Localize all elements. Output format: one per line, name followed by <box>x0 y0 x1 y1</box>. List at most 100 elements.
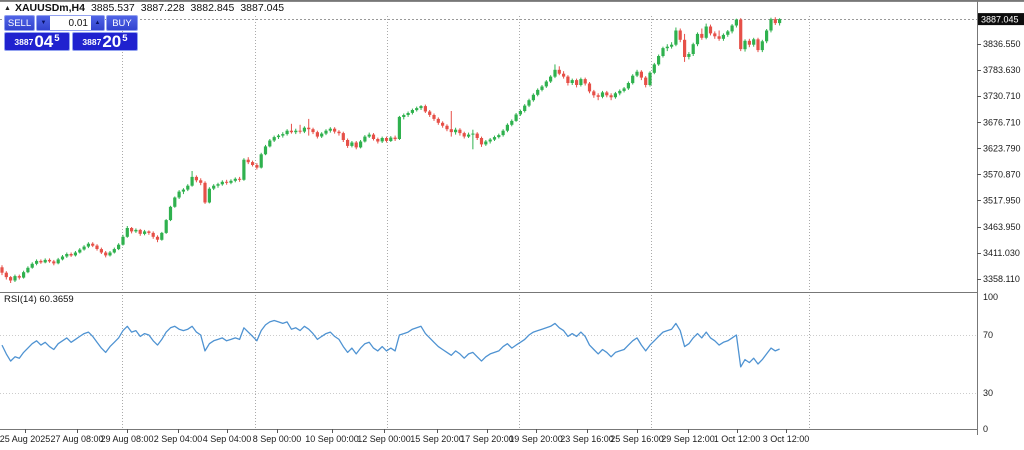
chart-title: ▲ XAUUSDm,H4 3885.537 3887.228 3882.845 … <box>4 2 284 14</box>
candle-body <box>471 133 475 135</box>
candle-body <box>259 154 263 168</box>
time-axis-label: 3 Oct 12:00 <box>763 434 810 444</box>
candle-body <box>104 252 108 256</box>
candle-body <box>108 252 112 256</box>
candle-body <box>704 26 708 38</box>
candle-body <box>479 138 484 145</box>
candle-body <box>773 19 777 24</box>
candle-body <box>341 133 345 140</box>
buy-price-box[interactable]: 3887 20 5 <box>72 32 138 51</box>
price-axis-label: 3517.950 <box>983 196 1021 206</box>
time-axis-label: 2 Sep 04:00 <box>154 434 203 444</box>
candle-body <box>739 19 743 50</box>
candle-body <box>575 80 579 85</box>
candle-body <box>346 140 350 146</box>
candle-body <box>683 39 687 57</box>
sell-price-big: 04 <box>34 32 54 51</box>
candle-body <box>635 71 639 76</box>
candle-body <box>272 137 276 141</box>
candle-body <box>246 159 250 163</box>
candle-body <box>315 132 319 137</box>
candle-body <box>311 129 315 133</box>
candle-body <box>117 244 121 250</box>
ohlc-open: 3885.537 <box>90 2 135 14</box>
volume-increase-button[interactable]: ▲ <box>91 16 104 30</box>
candle-body <box>657 56 661 65</box>
candle-body <box>337 131 341 134</box>
candle-body <box>82 246 86 250</box>
candle-body <box>726 31 730 35</box>
candle-body <box>371 134 376 139</box>
volume-decrease-button[interactable]: ▼ <box>37 16 50 30</box>
candle-body <box>769 19 773 31</box>
candle-body <box>475 133 479 138</box>
candle-body <box>160 232 164 240</box>
candle-body <box>47 259 52 262</box>
time-axis-label: 15 Sep 20:00 <box>410 434 464 444</box>
candle-body <box>233 178 237 181</box>
candle-body <box>393 137 397 140</box>
candle-body <box>454 129 458 133</box>
candle-body <box>376 139 380 142</box>
candle-body <box>177 191 181 198</box>
price-axis-label: 3783.630 <box>983 65 1021 75</box>
candle-body <box>0 267 4 273</box>
time-axis-label: 12 Sep 00:00 <box>357 434 411 444</box>
candle-body <box>501 130 505 136</box>
candle-body <box>618 90 622 94</box>
candle-body <box>225 181 229 183</box>
candle-body <box>505 124 509 131</box>
candle-body <box>186 185 190 190</box>
candle-body <box>566 76 570 83</box>
candle-body <box>557 69 561 74</box>
candle-body <box>674 30 678 45</box>
price-axis-label: 3623.790 <box>983 144 1021 154</box>
candle-body <box>263 146 268 155</box>
candle-body <box>687 54 691 57</box>
candle-body <box>553 69 557 77</box>
candle-body <box>69 254 73 256</box>
candle-body <box>544 81 548 87</box>
rsi-line <box>1 319 780 368</box>
candle-body <box>661 48 665 56</box>
time-axis-label: 25 Aug 2025 <box>0 434 50 444</box>
time-axis-label: 4 Sep 04:00 <box>203 434 252 444</box>
chart-canvas[interactable]: 3836.550 3783.630 3730.710 3676.710 3623.790… <box>0 1 1024 450</box>
candle-body <box>609 95 613 98</box>
candle-body <box>639 71 643 78</box>
candle-body <box>285 130 289 135</box>
candle-body <box>756 39 760 51</box>
candle-body <box>302 127 306 132</box>
candle-body <box>289 130 293 133</box>
candle-body <box>721 34 725 39</box>
candle-body <box>760 41 764 51</box>
candle-body <box>112 249 116 253</box>
candle-body <box>441 122 445 126</box>
candle-body <box>194 176 198 181</box>
candle-body <box>514 114 518 121</box>
candle-body <box>648 72 652 85</box>
candle-body <box>415 108 419 111</box>
candle-body <box>251 162 255 165</box>
candle-body <box>367 134 371 137</box>
candle-body <box>691 44 695 54</box>
candle-body <box>65 254 69 257</box>
candle-body <box>60 256 65 260</box>
candle-body <box>56 259 60 264</box>
sell-button[interactable]: SELL <box>4 15 35 31</box>
sell-price-box[interactable]: 3887 04 5 <box>4 32 70 51</box>
candle-body <box>276 135 281 138</box>
buy-button[interactable]: BUY <box>106 15 138 31</box>
volume-input[interactable]: 0.01 <box>50 16 91 30</box>
time-axis-label: 17 Sep 20:00 <box>460 434 514 444</box>
candle-body <box>216 184 220 186</box>
candle-body <box>747 40 751 45</box>
candle-body <box>531 94 535 101</box>
candle-body <box>86 243 90 247</box>
candle-body <box>549 76 553 82</box>
candle-body <box>670 44 674 47</box>
candle-body <box>190 176 194 186</box>
rsi-scale-label: 100 <box>983 292 998 302</box>
buy-price-big: 20 <box>102 32 122 51</box>
candle-body <box>181 189 185 192</box>
